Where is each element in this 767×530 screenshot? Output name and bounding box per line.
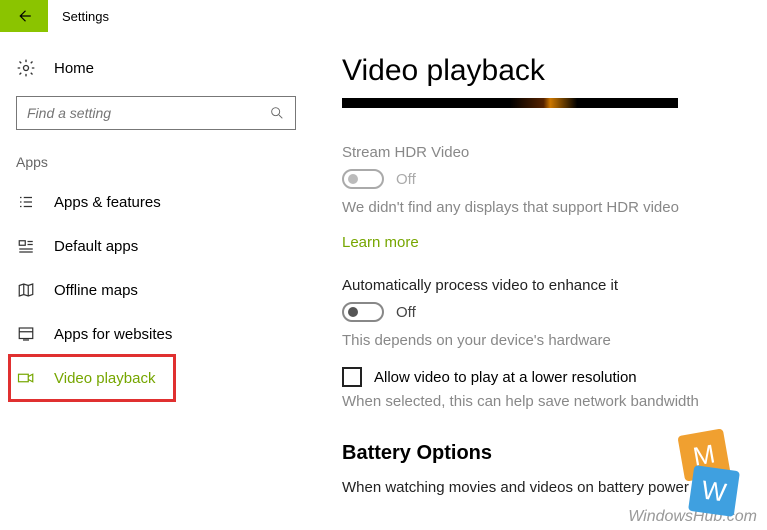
sidebar-item-label: Video playback bbox=[54, 370, 155, 387]
page-title: Video playback bbox=[342, 54, 747, 88]
lowres-checkbox[interactable] bbox=[342, 367, 362, 387]
auto-process-toggle[interactable] bbox=[342, 302, 384, 322]
home-nav[interactable]: Home bbox=[16, 48, 310, 88]
gear-icon bbox=[16, 58, 36, 78]
sidebar-category: Apps bbox=[16, 154, 310, 170]
hdr-toggle-state: Off bbox=[396, 171, 416, 188]
main-pane: Video playback Stream HDR Video Off We d… bbox=[310, 32, 767, 530]
sidebar-item-offline-maps[interactable]: Offline maps bbox=[16, 268, 310, 312]
defaults-icon bbox=[16, 237, 36, 255]
sidebar-item-label: Default apps bbox=[54, 238, 138, 255]
video-preview-strip bbox=[342, 98, 678, 108]
sidebar-item-apps-websites[interactable]: Apps for websites bbox=[16, 312, 310, 356]
sidebar-item-video-playback[interactable]: Video playback bbox=[16, 356, 310, 400]
sidebar: Home Apps Apps & features Default apps bbox=[0, 32, 310, 530]
learn-more-link[interactable]: Learn more bbox=[342, 234, 419, 251]
app-title: Settings bbox=[48, 9, 109, 24]
list-icon bbox=[16, 193, 36, 211]
search-input[interactable] bbox=[17, 97, 295, 129]
sidebar-item-apps-features[interactable]: Apps & features bbox=[16, 180, 310, 224]
map-icon bbox=[16, 281, 36, 299]
hdr-helper: We didn't find any displays that support… bbox=[342, 199, 747, 216]
lowres-helper: When selected, this can help save networ… bbox=[342, 393, 747, 410]
sidebar-item-default-apps[interactable]: Default apps bbox=[16, 224, 310, 268]
battery-text: When watching movies and videos on batte… bbox=[342, 479, 747, 496]
title-bar: Settings bbox=[0, 0, 767, 32]
hdr-toggle[interactable] bbox=[342, 169, 384, 189]
hdr-label: Stream HDR Video bbox=[342, 144, 747, 161]
websites-icon bbox=[16, 325, 36, 343]
arrow-left-icon bbox=[15, 7, 33, 25]
lowres-label: Allow video to play at a lower resolutio… bbox=[374, 369, 637, 386]
sidebar-item-label: Apps & features bbox=[54, 194, 161, 211]
watermark-text: WindowsHub.com bbox=[628, 508, 757, 526]
sidebar-item-label: Offline maps bbox=[54, 282, 138, 299]
home-label: Home bbox=[54, 60, 94, 77]
sidebar-item-label: Apps for websites bbox=[54, 326, 172, 343]
video-icon bbox=[16, 369, 36, 387]
search-icon bbox=[265, 97, 289, 129]
search-field[interactable] bbox=[16, 96, 296, 130]
auto-helper: This depends on your device's hardware bbox=[342, 332, 747, 349]
battery-heading: Battery Options bbox=[342, 442, 747, 465]
auto-label: Automatically process video to enhance i… bbox=[342, 277, 747, 294]
auto-toggle-state: Off bbox=[396, 304, 416, 321]
back-button[interactable] bbox=[0, 0, 48, 32]
